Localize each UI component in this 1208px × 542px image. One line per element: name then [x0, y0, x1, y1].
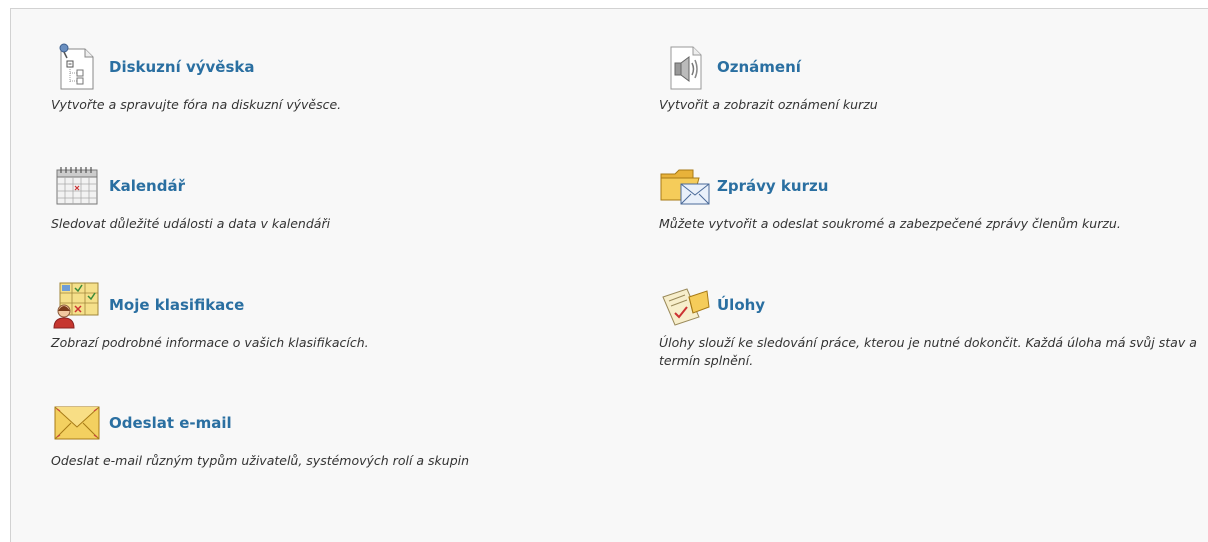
tool-header: Úlohy [659, 280, 1208, 330]
tool-tasks: Úlohy Úlohy slouží ke sledování práce, k… [659, 280, 1208, 370]
tool-description: Vytvořit a zobrazit oznámení kurzu [659, 97, 878, 112]
tool-title-link[interactable]: Diskuzní vývěska [109, 58, 254, 76]
tool-description: Vytvořte a spravujte fóra na diskuzní vý… [51, 97, 342, 112]
tool-title-link[interactable]: Kalendář [109, 177, 185, 195]
tool-send-email: Odeslat e-mail Odeslat e-mail různým typ… [51, 398, 469, 470]
calendar-icon[interactable] [51, 161, 103, 211]
speaker-icon[interactable] [659, 42, 711, 92]
tool-header: Diskuzní vývěska [51, 42, 341, 92]
tool-title-link[interactable]: Zprávy kurzu [717, 177, 828, 195]
tool-description: Úlohy slouží ke sledování práce, kterou … [659, 335, 1197, 368]
envelope-icon[interactable] [51, 398, 103, 448]
tool-header: Moje klasifikace [51, 280, 369, 330]
tools-panel: Diskuzní vývěska Vytvořte a spravujte fó… [10, 8, 1208, 542]
tool-discussion-board: Diskuzní vývěska Vytvořte a spravujte fó… [51, 42, 341, 114]
grades-icon[interactable] [51, 280, 103, 330]
tool-description: Odeslat e-mail různým typům uživatelů, s… [51, 453, 470, 468]
tool-title-link[interactable]: Moje klasifikace [109, 296, 244, 314]
tool-my-grades: Moje klasifikace Zobrazí podrobné inform… [51, 280, 369, 352]
discussion-board-icon[interactable] [51, 42, 103, 92]
tool-title-link[interactable]: Oznámení [717, 58, 801, 76]
tool-header: Oznámení [659, 42, 878, 92]
tasks-icon[interactable] [659, 280, 711, 330]
tool-description: Sledovat důležité události a data v kale… [51, 216, 331, 231]
tool-header: Zprávy kurzu [659, 161, 1121, 211]
tool-description: Můžete vytvořit a odeslat soukromé a zab… [659, 216, 1121, 231]
tool-description: Zobrazí podrobné informace o vašich klas… [51, 335, 369, 350]
tool-calendar: Kalendář Sledovat důležité události a da… [51, 161, 330, 233]
tool-title-link[interactable]: Odeslat e-mail [109, 414, 232, 432]
tool-header: Odeslat e-mail [51, 398, 469, 448]
tool-title-link[interactable]: Úlohy [717, 296, 765, 314]
tool-course-messages: Zprávy kurzu Můžete vytvořit a odeslat s… [659, 161, 1121, 233]
tool-header: Kalendář [51, 161, 330, 211]
tool-announcements: Oznámení Vytvořit a zobrazit oznámení ku… [659, 42, 878, 114]
folder-mail-icon[interactable] [659, 161, 711, 211]
